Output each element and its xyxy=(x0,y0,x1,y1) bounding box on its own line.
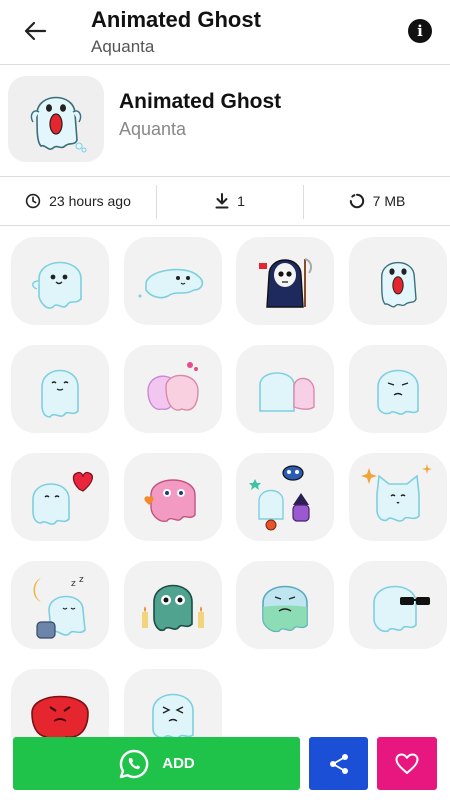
sticker-cell[interactable] xyxy=(11,345,109,433)
divider xyxy=(0,64,450,65)
ghost-candles-sticker xyxy=(142,584,204,632)
ghost-heart-sticker xyxy=(32,471,93,525)
app-bar: Animated Ghost Aquanta i xyxy=(0,0,450,64)
pack-size: 7 MB xyxy=(372,193,406,209)
ghost-red-angry-sticker xyxy=(31,695,89,742)
updated-time: 23 hours ago xyxy=(49,193,131,209)
svg-text:z: z xyxy=(79,575,84,585)
sticker-cell[interactable] xyxy=(349,345,447,433)
sticker-cell[interactable] xyxy=(124,237,222,325)
svg-text:z: z xyxy=(71,579,76,589)
ghost-pink-hug-sticker xyxy=(147,362,199,411)
loading-circle-icon xyxy=(349,193,364,209)
ghost-grumpy-sticker xyxy=(377,369,419,415)
ghost-smiling-sticker xyxy=(32,261,82,309)
sticker-cell[interactable] xyxy=(236,453,334,541)
stat-size: 7 MB xyxy=(304,177,450,225)
ghost-grim-reaper-sticker xyxy=(259,258,313,308)
sticker-cell[interactable] xyxy=(236,237,334,325)
ghost-lying-down-sticker xyxy=(138,268,204,299)
back-button[interactable] xyxy=(18,16,52,46)
favorite-button[interactable] xyxy=(377,737,437,790)
ghost-peeking-sticker xyxy=(259,372,315,412)
info-icon: i xyxy=(417,22,423,40)
heart-icon xyxy=(395,753,419,774)
add-to-whatsapp-button[interactable]: ADD xyxy=(13,737,300,790)
sticker-cell[interactable] xyxy=(124,561,222,649)
ghost-squinting-sticker xyxy=(152,693,194,739)
ghost-halloween-party-sticker xyxy=(249,465,310,531)
stats-row: 23 hours ago 1 7 MB xyxy=(0,177,450,225)
sticker-cell[interactable] xyxy=(236,561,334,649)
ghost-sleeping-moon-sticker: z z xyxy=(33,575,86,639)
arrow-left-icon xyxy=(24,21,47,41)
ghost-cat-sparkles-sticker xyxy=(361,464,432,522)
pack-thumbnail xyxy=(8,76,104,162)
add-button-label: ADD xyxy=(162,755,195,772)
whatsapp-icon xyxy=(120,749,149,778)
ghost-sunglasses-sticker xyxy=(373,585,430,633)
pack-title: Animated Ghost xyxy=(119,90,282,113)
sticker-cell[interactable]: z z xyxy=(11,561,109,649)
info-button[interactable]: i xyxy=(408,19,432,43)
share-icon xyxy=(329,753,348,774)
screaming-ghost-sticker xyxy=(30,96,87,153)
appbar-subtitle: Aquanta xyxy=(91,37,155,56)
sticker-cell[interactable] xyxy=(236,345,334,433)
ghost-sick-sticker xyxy=(262,585,308,633)
clock-icon xyxy=(25,193,41,209)
sticker-cell[interactable] xyxy=(349,453,447,541)
ghost-pink-blush-sticker xyxy=(144,479,196,522)
sticker-cell[interactable] xyxy=(11,453,109,541)
sticker-cell[interactable] xyxy=(349,561,447,649)
sticker-cell[interactable] xyxy=(124,345,222,433)
sticker-cell[interactable] xyxy=(11,237,109,325)
ghost-shy-sticker xyxy=(41,369,79,418)
share-button[interactable] xyxy=(309,737,368,790)
ghost-screaming-sticker xyxy=(381,262,417,308)
stat-downloads: 1 xyxy=(157,177,303,225)
sticker-cell[interactable] xyxy=(124,453,222,541)
download-count: 1 xyxy=(237,193,245,209)
stat-updated: 23 hours ago xyxy=(0,177,156,225)
download-icon xyxy=(215,193,229,209)
divider xyxy=(0,225,450,226)
sticker-cell[interactable] xyxy=(349,237,447,325)
appbar-title: Animated Ghost xyxy=(91,7,261,32)
pack-author: Aquanta xyxy=(119,119,187,139)
